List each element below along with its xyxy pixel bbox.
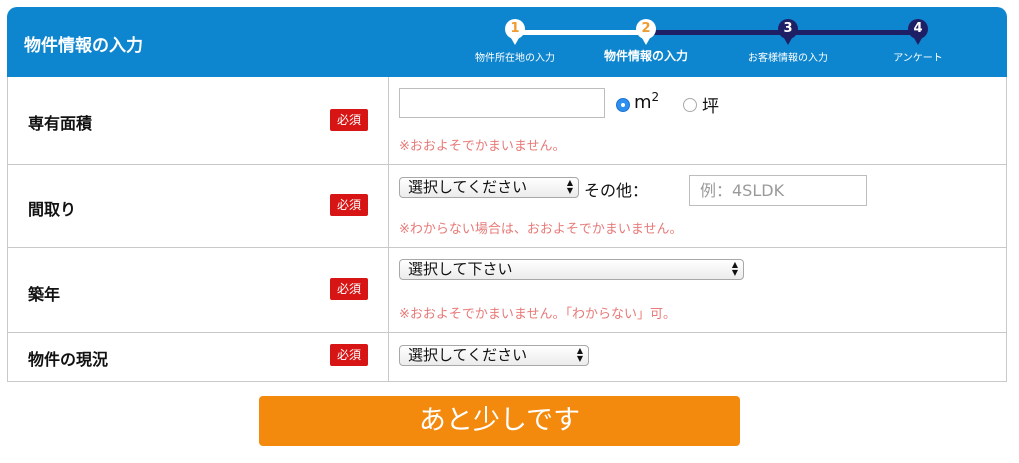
step-2-label: 物件情報の入力 (603, 49, 688, 63)
required-badge: 必須 (330, 278, 368, 300)
layout-other-input[interactable] (689, 175, 867, 206)
step-4-label: アンケート (893, 53, 943, 64)
area-label-cell: 専有面積 必須 (7, 77, 389, 165)
required-badge: 必須 (330, 344, 368, 366)
built-year-label: 築年 (28, 285, 61, 304)
layout-field-cell: 選択してください ▲▼ その他： ※わからない場合は、おおよそでかまいません。 (388, 164, 1007, 248)
step-2-marker: 2 (636, 19, 656, 45)
row-layout: 間取り 必須 選択してください ▲▼ その他： ※わからない場合は、おおよそでか… (7, 164, 1007, 248)
step-3-marker: 3 (778, 19, 798, 45)
row-status: 物件の現況 必須 選択してください ▲ ▼ (7, 332, 1007, 382)
select-arrows-icon: ▲ ▼ (576, 346, 583, 363)
step-4-marker: 4 (908, 19, 928, 45)
layout-note: ※わからない場合は、おおよそでかまいません。 (399, 222, 683, 237)
layout-other-label: その他： (584, 181, 649, 200)
area-input[interactable] (399, 88, 605, 118)
status-field-cell: 選択してください ▲ ▼ (388, 332, 1007, 382)
unit-sqm-label: m2 (634, 90, 660, 113)
status-label: 物件の現況 (28, 350, 109, 369)
step-2: 2 物件情報の入力 (586, 19, 706, 64)
progress-steps: 1 物件所在地の入力 2 物件情報の入力 3 お客様情報の入力 4 アンケート (475, 7, 943, 77)
layout-select[interactable]: 選択してください ▲ ▼ (399, 177, 579, 198)
layout-select-value: 選択してください (408, 178, 528, 196)
row-area: 専有面積 必須 m2 坪 ※おおよそでかまいません。 (7, 77, 1007, 165)
step-1-marker: 1 (505, 19, 525, 45)
layout-label-cell: 間取り 必須 (7, 164, 389, 248)
unit-tsubo-label: 坪 (702, 97, 719, 117)
built-year-label-cell: 築年 必須 (7, 247, 389, 333)
step-1: 1 物件所在地の入力 (455, 19, 575, 64)
form-header: 物件情報の入力 1 物件所在地の入力 2 物件情報の入力 3 お客様情報の入力 … (7, 7, 1007, 77)
select-arrows-icon: ▲ ▼ (566, 178, 573, 195)
step-3-label: お客様情報の入力 (748, 53, 828, 64)
area-label: 専有面積 (28, 114, 93, 133)
required-badge: 必須 (330, 194, 368, 216)
area-field-cell: m2 坪 ※おおよそでかまいません。 (388, 77, 1007, 165)
area-note: ※おおよそでかまいません。 (399, 139, 566, 154)
submit-button[interactable]: あと少しです (259, 396, 740, 446)
page-title: 物件情報の入力 (24, 36, 143, 56)
status-select[interactable]: 選択してください ▲ ▼ (399, 345, 589, 366)
step-1-label: 物件所在地の入力 (475, 53, 555, 64)
form-table: 専有面積 必須 m2 坪 ※おおよそでかまいません。 間取り 必須 選択してくだ… (7, 77, 1007, 382)
step-3: 3 お客様情報の入力 (728, 19, 848, 64)
status-select-value: 選択してください (408, 346, 528, 364)
layout-label: 間取り (28, 200, 77, 219)
built-year-field-cell: 選択して下さい ▲ ▼ ※おおよそでかまいません。「わからない」可。 (388, 247, 1007, 333)
required-badge: 必須 (330, 109, 368, 131)
built-year-select[interactable]: 選択して下さい ▲ ▼ (399, 259, 744, 280)
row-built-year: 築年 必須 選択して下さい ▲ ▼ ※おおよそでかまいません。「わからない」可。 (7, 247, 1007, 333)
select-arrows-icon: ▲ ▼ (731, 260, 738, 277)
built-year-select-value: 選択して下さい (408, 260, 513, 278)
built-year-note: ※おおよそでかまいません。「わからない」可。 (399, 307, 677, 322)
unit-tsubo-radio[interactable] (683, 98, 697, 112)
status-label-cell: 物件の現況 必須 (7, 332, 389, 382)
property-form: 物件情報の入力 1 物件所在地の入力 2 物件情報の入力 3 お客様情報の入力 … (7, 7, 1007, 382)
unit-sqm-radio[interactable] (616, 98, 630, 112)
step-4: 4 アンケート (858, 19, 978, 64)
